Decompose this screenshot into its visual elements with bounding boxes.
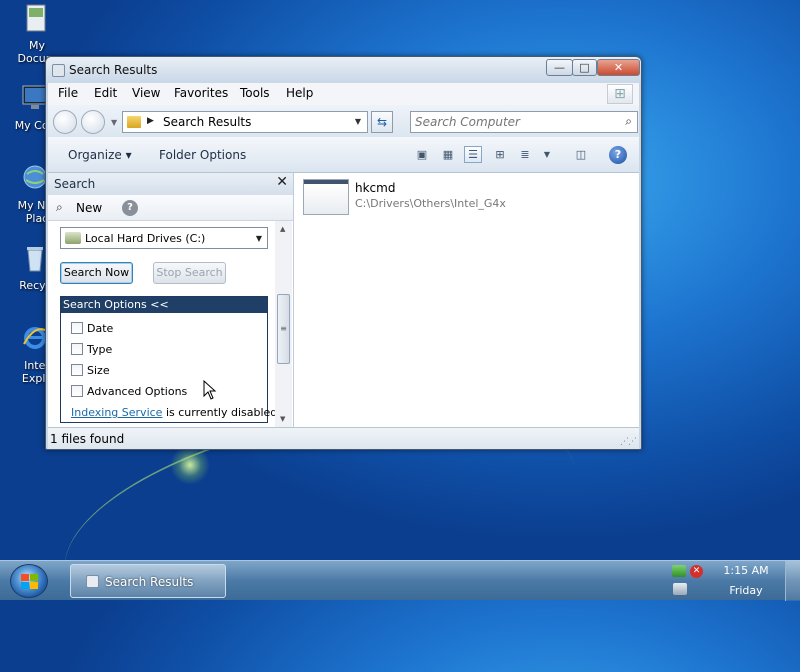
scroll-down-icon[interactable]: ▼ xyxy=(280,415,285,423)
status-bar: 1 files found ⋰⋰ xyxy=(48,427,639,449)
close-search-pane-icon[interactable]: ✕ xyxy=(276,174,288,190)
checkbox[interactable] xyxy=(71,322,83,334)
file-path: C:\Drivers\Others\Intel_G4x xyxy=(355,197,506,210)
title-bar[interactable]: Search Results — □ ✕ xyxy=(46,57,641,83)
search-now-button[interactable]: Search Now xyxy=(60,262,133,284)
wallpaper-flare xyxy=(170,445,210,485)
option-type[interactable]: Type xyxy=(71,343,112,356)
taskbar-item-label: Search Results xyxy=(105,575,194,589)
address-text: Search Results xyxy=(163,115,252,129)
hard-drive-icon xyxy=(65,232,81,244)
view-tiles-icon[interactable]: ▦ xyxy=(439,146,457,163)
taskbar: Search Results ✕ 1:15 AM Friday xyxy=(0,560,800,601)
view-details-icon[interactable]: ≣ xyxy=(516,146,534,163)
taskbar-item-search-results[interactable]: Search Results xyxy=(70,564,226,598)
search-icon: ⌕ xyxy=(56,200,63,214)
back-button[interactable] xyxy=(53,110,77,134)
preview-pane-icon[interactable]: ◫ xyxy=(572,146,590,163)
window-icon xyxy=(52,64,65,77)
menu-bar: File Edit View Favorites Tools Help ⊞ xyxy=(48,83,639,105)
clock-time[interactable]: 1:15 AM xyxy=(706,564,786,577)
search-pane: Search ✕ ⌕ New ? Local Hard Drives (C:) … xyxy=(48,173,294,427)
search-options-header[interactable]: Search Options << xyxy=(61,297,267,313)
option-label: Advanced Options xyxy=(87,385,188,398)
search-pane-body: Local Hard Drives (C:) ▼ Search Now Stop… xyxy=(48,221,293,427)
windows-logo-icon: ⊞ xyxy=(607,84,633,104)
folder-options-button[interactable]: Folder Options xyxy=(159,148,246,162)
search-pane-header: Search ✕ xyxy=(48,173,293,195)
search-pane-toolbar: ⌕ New ? xyxy=(48,195,293,221)
recent-pages-dropdown[interactable]: ▼ xyxy=(111,118,117,127)
menu-help[interactable]: Help xyxy=(286,86,313,100)
clock-day[interactable]: Friday xyxy=(706,584,786,597)
address-bar[interactable]: ▶ Search Results ▼ xyxy=(122,111,368,133)
chevron-down-icon[interactable]: ▼ xyxy=(256,234,262,243)
window-title: Search Results xyxy=(69,63,158,77)
navigation-bar: ▼ ▶ Search Results ▼ ⇆ ⌕ xyxy=(48,105,639,137)
checkbox[interactable] xyxy=(71,343,83,355)
menu-tools[interactable]: Tools xyxy=(240,86,270,100)
checkbox[interactable] xyxy=(71,385,83,397)
maximize-button[interactable]: □ xyxy=(572,59,597,76)
address-dropdown-icon[interactable]: ▼ xyxy=(355,117,361,126)
list-item[interactable]: hkcmd C:\Drivers\Others\Intel_G4x xyxy=(303,179,533,217)
file-thumbnail-icon xyxy=(303,179,349,215)
option-label: Size xyxy=(87,364,110,377)
menu-edit[interactable]: Edit xyxy=(94,86,117,100)
minimize-button[interactable]: — xyxy=(546,59,573,76)
checkbox[interactable] xyxy=(71,364,83,376)
drive-select[interactable]: Local Hard Drives (C:) ▼ xyxy=(60,227,268,249)
documents-icon xyxy=(26,4,46,32)
show-desktop-button[interactable] xyxy=(785,561,800,601)
start-button[interactable] xyxy=(10,564,48,598)
search-icon[interactable]: ⌕ xyxy=(625,114,632,129)
refresh-button[interactable]: ⇆ xyxy=(371,111,393,133)
search-window-icon xyxy=(86,575,99,588)
scrollbar-thumb[interactable]: ≡ xyxy=(277,294,290,364)
view-icons-icon[interactable]: ⊞ xyxy=(491,146,509,163)
search-pane-scrollbar[interactable]: ▲ ≡ ▼ xyxy=(275,221,292,427)
computer-tray-icon[interactable] xyxy=(673,583,687,595)
menu-file[interactable]: File xyxy=(58,86,78,100)
security-alert-icon[interactable]: ✕ xyxy=(690,565,703,578)
menu-view[interactable]: View xyxy=(132,86,160,100)
new-search-button[interactable]: New xyxy=(76,201,102,215)
option-date[interactable]: Date xyxy=(71,322,113,335)
drive-select-value: Local Hard Drives (C:) xyxy=(85,232,206,245)
network-tray-icon[interactable] xyxy=(672,565,686,577)
forward-button[interactable] xyxy=(81,110,105,134)
search-results-window: Search Results — □ ✕ File Edit View Favo… xyxy=(45,56,642,450)
file-name: hkcmd xyxy=(355,181,396,195)
breadcrumb-arrow-icon[interactable]: ▶ xyxy=(147,116,154,126)
option-advanced[interactable]: Advanced Options xyxy=(71,385,187,398)
windows-flag-icon xyxy=(21,574,38,589)
search-pane-title: Search xyxy=(54,177,96,191)
indexing-status: Indexing Service is currently disabled. xyxy=(71,406,281,419)
folder-icon xyxy=(127,116,141,128)
resize-grip-icon[interactable]: ⋰⋰ xyxy=(620,437,637,447)
view-list-icon[interactable]: ☰ xyxy=(464,146,482,163)
command-bar: Organize ▾ Folder Options ▣ ▦ ☰ ⊞ ≣ ▼ ◫ … xyxy=(48,137,639,173)
menu-favorites[interactable]: Favorites xyxy=(174,86,228,100)
help-icon[interactable]: ? xyxy=(609,146,627,164)
option-label: Type xyxy=(87,343,113,356)
option-size[interactable]: Size xyxy=(71,364,110,377)
view-thumbnails-icon[interactable]: ▣ xyxy=(413,146,431,163)
search-input[interactable] xyxy=(413,113,613,131)
search-options-box: Search Options << Date Type Size Advance… xyxy=(60,296,281,423)
search-box[interactable]: ⌕ xyxy=(410,111,638,133)
content-area: Search ✕ ⌕ New ? Local Hard Drives (C:) … xyxy=(48,173,639,427)
stop-search-button[interactable]: Stop Search xyxy=(153,262,226,284)
organize-button[interactable]: Organize ▾ xyxy=(68,148,132,162)
results-list: hkcmd C:\Drivers\Others\Intel_G4x xyxy=(295,173,639,427)
views-dropdown-icon[interactable]: ▼ xyxy=(538,146,556,163)
help-icon[interactable]: ? xyxy=(122,200,138,216)
option-label: Date xyxy=(87,322,114,335)
scroll-up-icon[interactable]: ▲ xyxy=(280,225,285,233)
close-button[interactable]: ✕ xyxy=(597,59,640,76)
indexing-service-link[interactable]: Indexing Service xyxy=(71,406,162,419)
indexing-status-text: is currently disabled. xyxy=(162,406,281,419)
mouse-cursor-icon xyxy=(203,380,217,400)
status-text: 1 files found xyxy=(50,432,125,446)
